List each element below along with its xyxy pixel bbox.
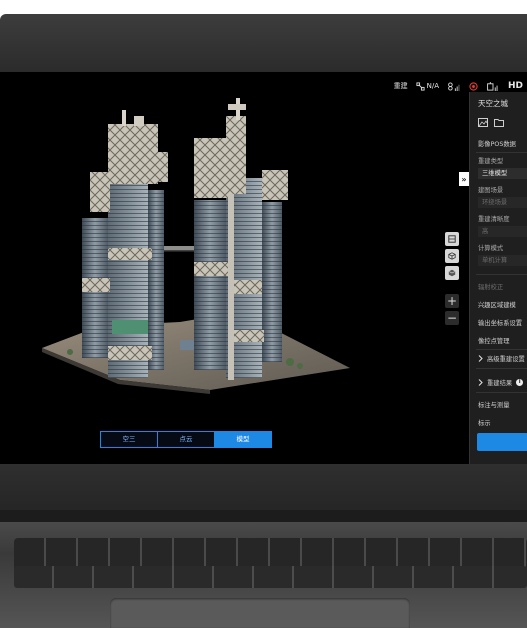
divider xyxy=(476,349,527,350)
view-mode-toggle: 空三 点云 模型 xyxy=(100,431,272,448)
tab-point-cloud[interactable]: 点云 xyxy=(158,432,215,447)
building-3d-model[interactable] xyxy=(30,90,370,410)
advanced-settings-label: 高级重建设置 xyxy=(487,356,525,363)
annotate-measure-item[interactable]: 标注与测量 xyxy=(478,400,509,409)
plus-icon: + xyxy=(446,294,458,308)
minus-icon: − xyxy=(446,311,458,325)
gps-status-label: N/A xyxy=(426,82,439,90)
left-tower xyxy=(82,110,168,378)
drone-signal xyxy=(447,81,461,91)
drone-signal-icon xyxy=(448,81,460,91)
box-view-button[interactable] xyxy=(445,266,459,280)
zoom-in-button[interactable]: + xyxy=(445,294,459,308)
toolbar-gap xyxy=(445,283,459,291)
satellite-icon xyxy=(416,81,425,91)
divider xyxy=(476,274,527,275)
divider xyxy=(476,392,527,393)
layers-button[interactable] xyxy=(445,232,459,246)
viewer-toolbar: + − xyxy=(445,232,459,325)
divider xyxy=(476,152,527,153)
zoom-out-button[interactable]: − xyxy=(445,311,459,325)
laptop-hinge xyxy=(0,510,527,522)
cube-icon xyxy=(448,252,456,260)
tab-aerial-triangulation[interactable]: 空三 xyxy=(101,432,158,447)
chevron-right-icon xyxy=(478,355,483,362)
tab-model[interactable]: 模型 xyxy=(215,432,271,447)
compute-mode-label: 计算模式 xyxy=(478,245,504,252)
trackpad xyxy=(110,598,410,628)
hd-badge-label: HD xyxy=(507,81,523,91)
box-icon xyxy=(448,269,456,277)
roi-modeling-item[interactable]: 兴趣区域建模 xyxy=(478,300,516,309)
chevron-right-icon xyxy=(478,379,483,386)
remote-signal-icon xyxy=(487,81,498,91)
scene-label: 建图场景 xyxy=(478,187,504,194)
result-expander[interactable]: 重建结果 i xyxy=(478,378,524,387)
clarity-label: 重建清晰度 xyxy=(478,216,510,223)
layers-icon xyxy=(448,235,456,243)
panel-icon-row xyxy=(478,118,504,127)
clarity-select[interactable]: 高 xyxy=(478,226,527,237)
start-rebuild-button[interactable] xyxy=(477,433,527,451)
screen-bezel-top xyxy=(0,14,527,72)
rebuild-status: 重建 xyxy=(394,81,408,91)
output-coords-item[interactable]: 输出坐标系设置 xyxy=(478,318,522,327)
advanced-settings-expander[interactable]: 高级重建设置 xyxy=(478,354,525,363)
app-screen: 重建 N/A HD » + − 空三 点云 模型 天空之城 影像POS数据 重建… xyxy=(0,72,527,464)
hd-badge: HD xyxy=(508,81,523,91)
collapse-icon: » xyxy=(461,174,467,184)
gps-status: N/A xyxy=(416,81,439,91)
right-tower xyxy=(194,98,288,380)
record-icon xyxy=(469,81,478,91)
rebuild-type-select[interactable]: 三维模型 xyxy=(478,168,527,179)
collapse-panel-button[interactable]: » xyxy=(459,172,469,186)
image-icon[interactable] xyxy=(478,118,488,127)
rebuild-status-label: 重建 xyxy=(393,82,408,90)
radiometric-toggle[interactable]: 辐射校正 xyxy=(478,282,503,291)
pos-data-item[interactable]: 影像POS数据 xyxy=(478,139,516,148)
scene-select[interactable]: 环绕场景 xyxy=(478,197,527,208)
rebuild-type-label: 重建类型 xyxy=(478,158,504,165)
keyboard-row xyxy=(14,566,527,588)
marker-item[interactable]: 标示 xyxy=(478,418,491,427)
compute-mode-select[interactable]: 单机计算 xyxy=(478,255,527,266)
result-label: 重建结果 xyxy=(487,380,513,387)
divider xyxy=(476,368,527,369)
control-points-item[interactable]: 像控点管理 xyxy=(478,336,509,345)
project-title: 天空之城 xyxy=(478,99,508,108)
remote-signal xyxy=(486,81,500,91)
record-status xyxy=(469,81,478,91)
settings-panel: 天空之城 影像POS数据 重建类型 三维模型 建图场景 环绕场景 重建清晰度 高… xyxy=(469,92,527,464)
cube-view-button[interactable] xyxy=(445,249,459,263)
info-icon[interactable]: i xyxy=(516,379,524,386)
folder-icon[interactable] xyxy=(494,118,504,127)
